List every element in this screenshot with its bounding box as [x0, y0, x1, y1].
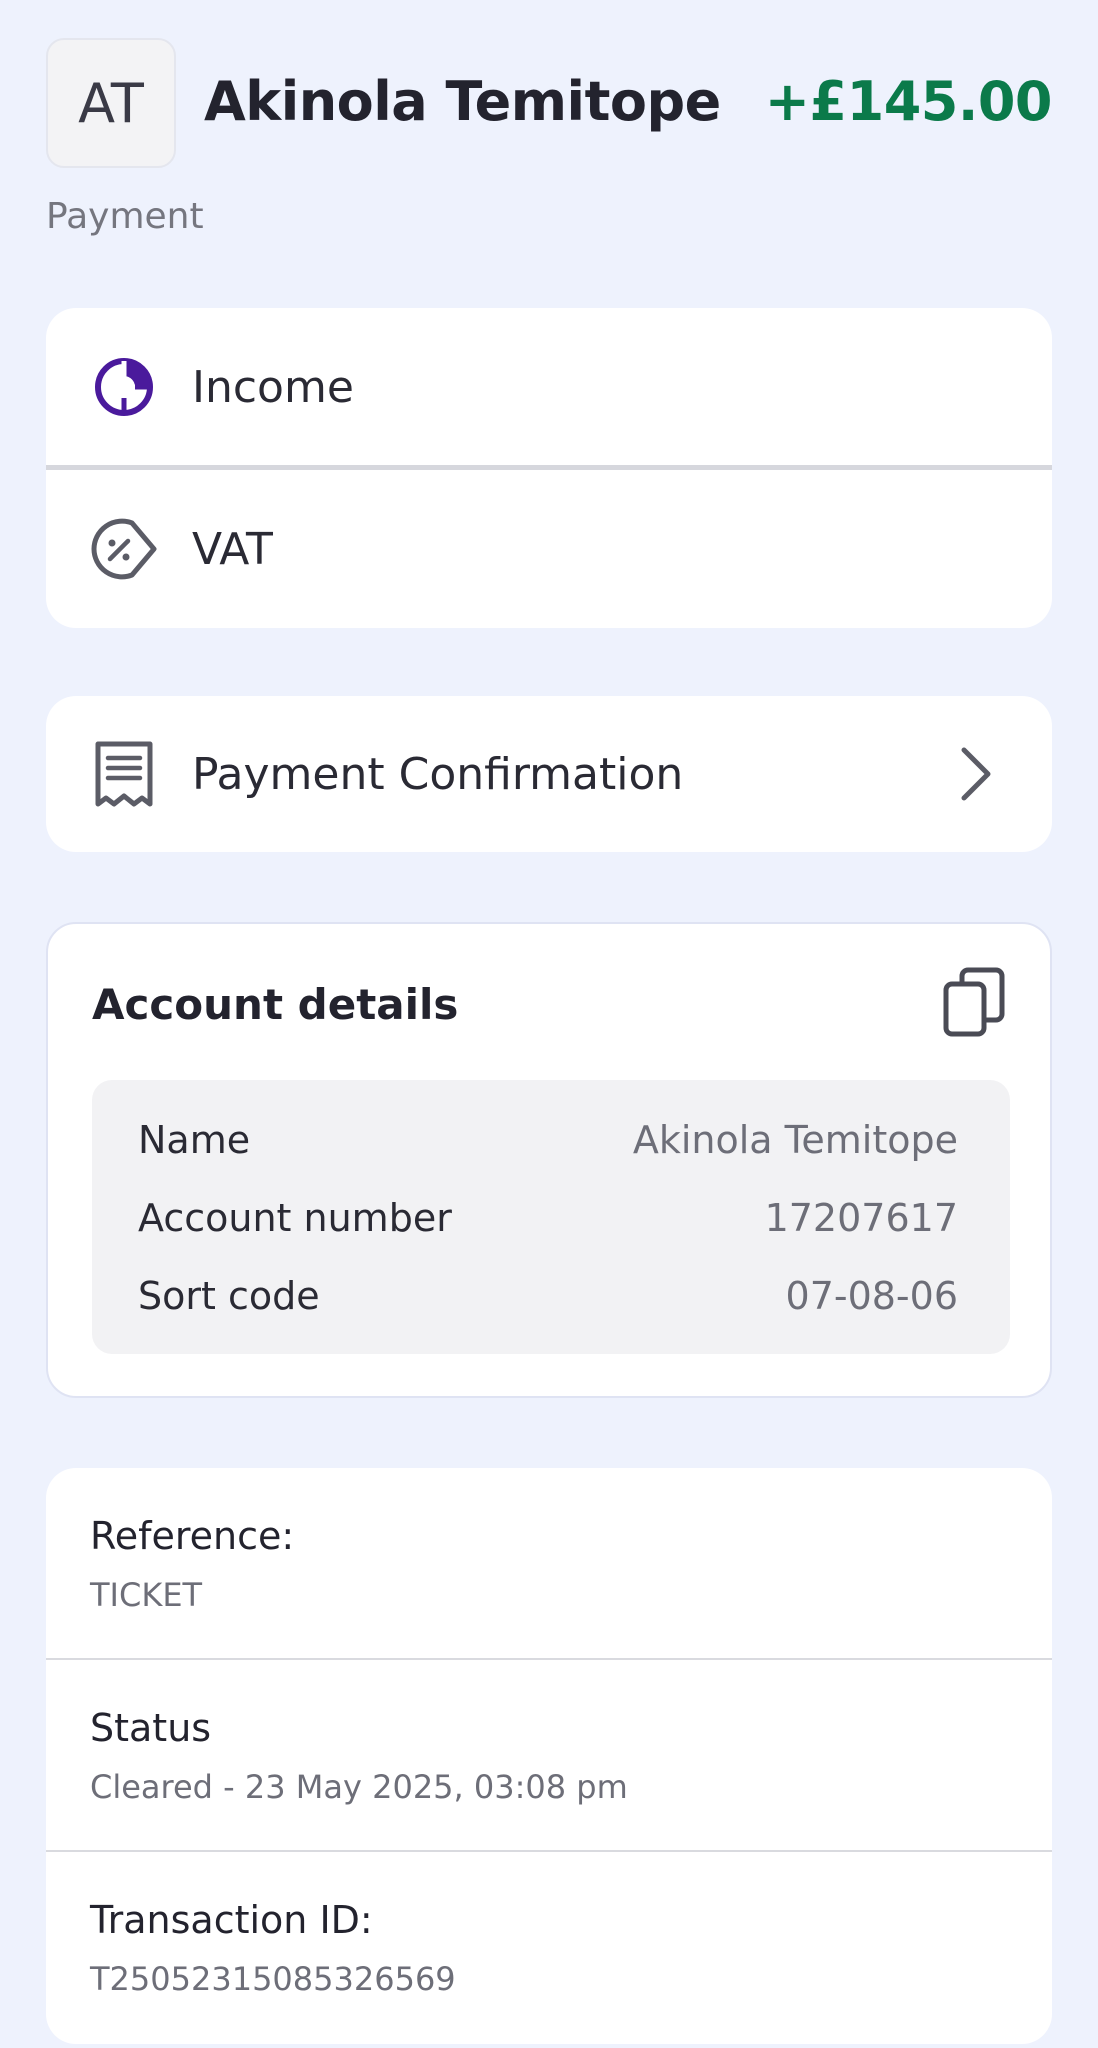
avatar: AT	[46, 38, 176, 168]
account-number-row: Account number 17207617	[138, 1196, 958, 1256]
reference-value: TICKET	[90, 1576, 203, 1614]
transaction-info-card: Reference: TICKET Status Cleared - 23 Ma…	[46, 1468, 1052, 2044]
account-number-value: 17207617	[764, 1196, 958, 1240]
account-number-label: Account number	[138, 1196, 452, 1240]
account-details-list: Name Akinola Temitope Account number 172…	[92, 1080, 1010, 1354]
payment-confirmation-button[interactable]: Payment Confirmation	[46, 696, 1052, 852]
category-row-income[interactable]: Income	[46, 308, 1052, 466]
percent-tag-icon	[91, 518, 157, 580]
category-label: Income	[192, 361, 354, 413]
status-value: Cleared - 23 May 2025, 03:08 pm	[90, 1768, 628, 1806]
account-name-row: Name Akinola Temitope	[138, 1118, 958, 1178]
account-details-title: Account details	[92, 980, 459, 1029]
transaction-header: AT Akinola Temitope +£145.00	[46, 38, 1053, 170]
status-section: Status Cleared - 23 May 2025, 03:08 pm	[46, 1660, 1052, 1850]
account-details-card: Account details Name Akinola Temitope Ac…	[46, 922, 1052, 1398]
copy-icon[interactable]	[942, 966, 1006, 1038]
transaction-amount: +£145.00	[764, 70, 1053, 133]
transaction-id-label: Transaction ID:	[90, 1898, 373, 1942]
category-card: Income VAT	[46, 308, 1052, 628]
counterparty-name: Akinola Temitope	[204, 70, 721, 133]
status-label: Status	[90, 1706, 212, 1750]
sort-code-row: Sort code 07-08-06	[138, 1274, 958, 1334]
payment-confirmation-card: Payment Confirmation	[46, 696, 1052, 852]
account-name-value: Akinola Temitope	[632, 1118, 958, 1162]
transaction-id-value: T25052315085326569	[90, 1960, 456, 1998]
chevron-right-icon	[961, 747, 991, 801]
transaction-id-section: Transaction ID: T25052315085326569	[46, 1852, 1052, 2042]
category-label: VAT	[192, 523, 273, 575]
account-name-label: Name	[138, 1118, 251, 1162]
reference-section: Reference: TICKET	[46, 1468, 1052, 1658]
transaction-type: Payment	[46, 196, 204, 237]
pie-chart-icon	[95, 358, 153, 416]
sort-code-label: Sort code	[138, 1274, 320, 1318]
receipt-icon	[95, 741, 153, 807]
reference-label: Reference:	[90, 1514, 295, 1558]
category-row-vat[interactable]: VAT	[46, 470, 1052, 628]
sort-code-value: 07-08-06	[785, 1274, 958, 1318]
payment-confirmation-label: Payment Confirmation	[192, 748, 684, 800]
